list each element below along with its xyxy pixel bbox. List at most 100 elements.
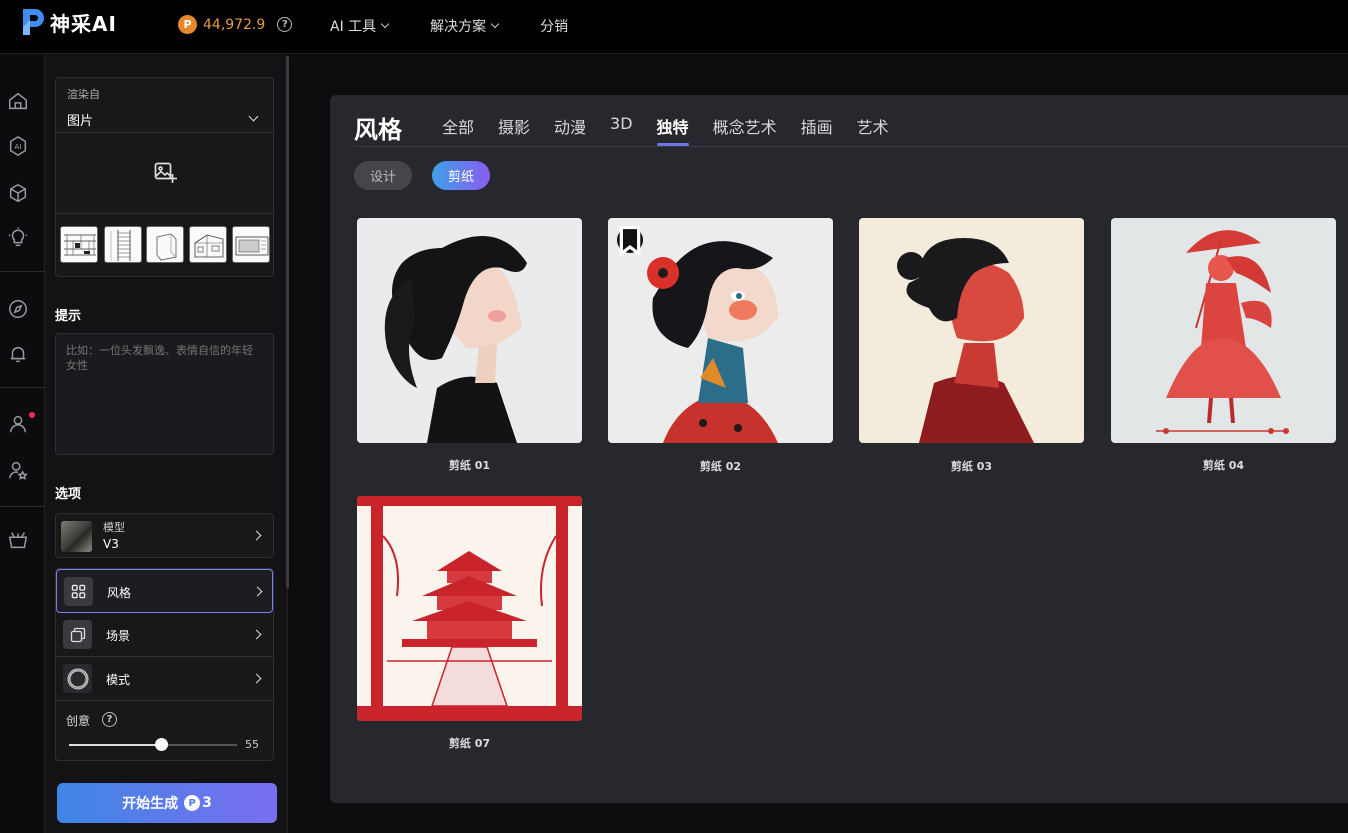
home-icon[interactable] [7, 90, 29, 112]
rail-divider [0, 271, 45, 272]
paper-cut-temple-image [357, 496, 582, 721]
tab-art[interactable]: 艺术 [857, 114, 889, 146]
tab-concept-art[interactable]: 概念艺术 [713, 114, 777, 146]
divider [56, 132, 273, 133]
style-tile[interactable] [859, 218, 1084, 443]
options-card: 风格 场景 模式 创意 ? 55 [55, 568, 274, 761]
tile-caption: 剪纸 03 [950, 460, 993, 473]
option-label: 风格 [107, 586, 132, 600]
logo-icon [23, 9, 44, 35]
ring-icon [63, 664, 92, 693]
model-label: 模型 [103, 521, 125, 534]
tile-caption: 剪纸 02 [699, 460, 742, 473]
generate-button[interactable]: 开始生成 P 3 [57, 783, 277, 823]
tile-caption: 剪纸 04 [1202, 459, 1245, 472]
top-bar: 神采AI P 44,972.9 ? AI 工具 解决方案 分销 [0, 0, 1348, 54]
chip-design[interactable]: 设计 [354, 161, 412, 190]
options-title: 选项 [55, 487, 82, 502]
style-tile[interactable] [608, 218, 833, 443]
tab-anime[interactable]: 动漫 [554, 114, 586, 146]
nav-solutions[interactable]: 解决方案 [430, 16, 500, 36]
tab-all[interactable]: 全部 [442, 114, 474, 146]
chevron-down-icon [490, 19, 500, 29]
generate-cost: 3 [202, 795, 212, 811]
layers-icon [63, 620, 92, 649]
paper-cut-figure-image [1111, 218, 1336, 443]
chevron-down-icon[interactable] [248, 111, 259, 122]
tab-illustration[interactable]: 插画 [801, 114, 833, 146]
reference-thumbnail[interactable] [189, 226, 227, 263]
render-source-card: 渲染自 图片 [55, 77, 274, 277]
lightbulb-icon[interactable] [7, 227, 29, 249]
compass-icon[interactable] [7, 298, 29, 320]
option-style[interactable]: 风格 [56, 569, 273, 613]
render-source-label: 渲染自 [67, 88, 100, 101]
svg-text:AI: AI [14, 142, 21, 151]
reference-thumbnail[interactable] [60, 226, 98, 263]
prompt-input[interactable] [55, 333, 274, 455]
chip-paper-cut[interactable]: 剪纸 [432, 161, 490, 190]
tile-caption: 剪纸 07 [448, 737, 491, 750]
divider [56, 213, 273, 214]
chevron-down-icon [380, 19, 390, 29]
chevron-right-icon [252, 586, 263, 597]
creativity-value: 55 [245, 738, 259, 751]
style-tile[interactable] [357, 496, 582, 721]
style-tile[interactable] [1111, 218, 1336, 443]
notification-dot [29, 412, 35, 418]
coin-icon: P [184, 795, 201, 811]
rail-divider [0, 387, 45, 388]
tab-3d[interactable]: 3D [610, 114, 633, 146]
style-tile[interactable] [357, 218, 582, 443]
option-label: 模式 [106, 673, 131, 687]
user-icon[interactable] [7, 413, 29, 435]
nav-ai-tools[interactable]: AI 工具 [330, 16, 390, 36]
creativity-slider-track[interactable] [69, 744, 237, 746]
reference-thumbnail[interactable] [232, 226, 270, 263]
prompt-title: 提示 [55, 309, 82, 324]
coin-icon: P [178, 15, 197, 34]
credit-balance[interactable]: P 44,972.9 ? [178, 15, 293, 34]
tab-photography[interactable]: 摄影 [498, 114, 530, 146]
nav-label: AI 工具 [330, 19, 377, 35]
option-scene[interactable]: 场景 [56, 613, 273, 657]
user-star-icon[interactable] [7, 459, 29, 481]
bookmark-icon[interactable] [617, 225, 643, 257]
model-selector[interactable]: 模型 V3 [55, 513, 274, 558]
nav-label: 解决方案 [430, 19, 487, 35]
icon-rail: AI [0, 55, 45, 833]
tile-caption: 剪纸 01 [448, 459, 491, 472]
nav-distribution[interactable]: 分销 [540, 16, 568, 36]
model-value: V3 [103, 537, 119, 551]
brand-name: 神采AI [50, 11, 117, 36]
help-icon[interactable]: ? [102, 712, 117, 727]
help-icon[interactable]: ? [277, 17, 293, 32]
creativity-label: 创意 [66, 714, 91, 728]
creativity-slider-fill [69, 744, 162, 746]
chevron-right-icon [251, 673, 262, 684]
paper-cut-portrait-image [859, 218, 1084, 443]
render-source-select[interactable]: 图片 [67, 110, 93, 129]
option-label: 场景 [106, 629, 131, 643]
top-nav: AI 工具 解决方案 分销 [330, 16, 568, 36]
basket-icon[interactable] [7, 529, 29, 551]
ai-icon[interactable]: AI [7, 135, 29, 157]
style-tabs: 全部 摄影 动漫 3D 独特 概念艺术 插画 艺术 [442, 114, 889, 146]
credit-value: 44,972.9 [203, 16, 266, 33]
generate-label: 开始生成 [122, 796, 179, 812]
panel-scrollbar[interactable] [286, 56, 289, 588]
cube-icon[interactable] [7, 182, 29, 204]
reference-thumbnail[interactable] [146, 226, 184, 263]
add-image-icon[interactable] [153, 161, 177, 185]
tabs-divider [354, 146, 1348, 147]
reference-thumbnail[interactable] [104, 226, 142, 263]
option-mode[interactable]: 模式 [56, 657, 273, 701]
brand-logo[interactable]: 神采AI [20, 6, 117, 38]
creativity-slider-handle[interactable] [155, 738, 169, 751]
tab-unique[interactable]: 独特 [656, 114, 689, 146]
nav-label: 分销 [540, 19, 569, 35]
model-thumbnail [61, 521, 92, 552]
chevron-right-icon [251, 629, 262, 640]
chevron-right-icon [251, 530, 262, 541]
bell-icon[interactable] [7, 343, 29, 365]
